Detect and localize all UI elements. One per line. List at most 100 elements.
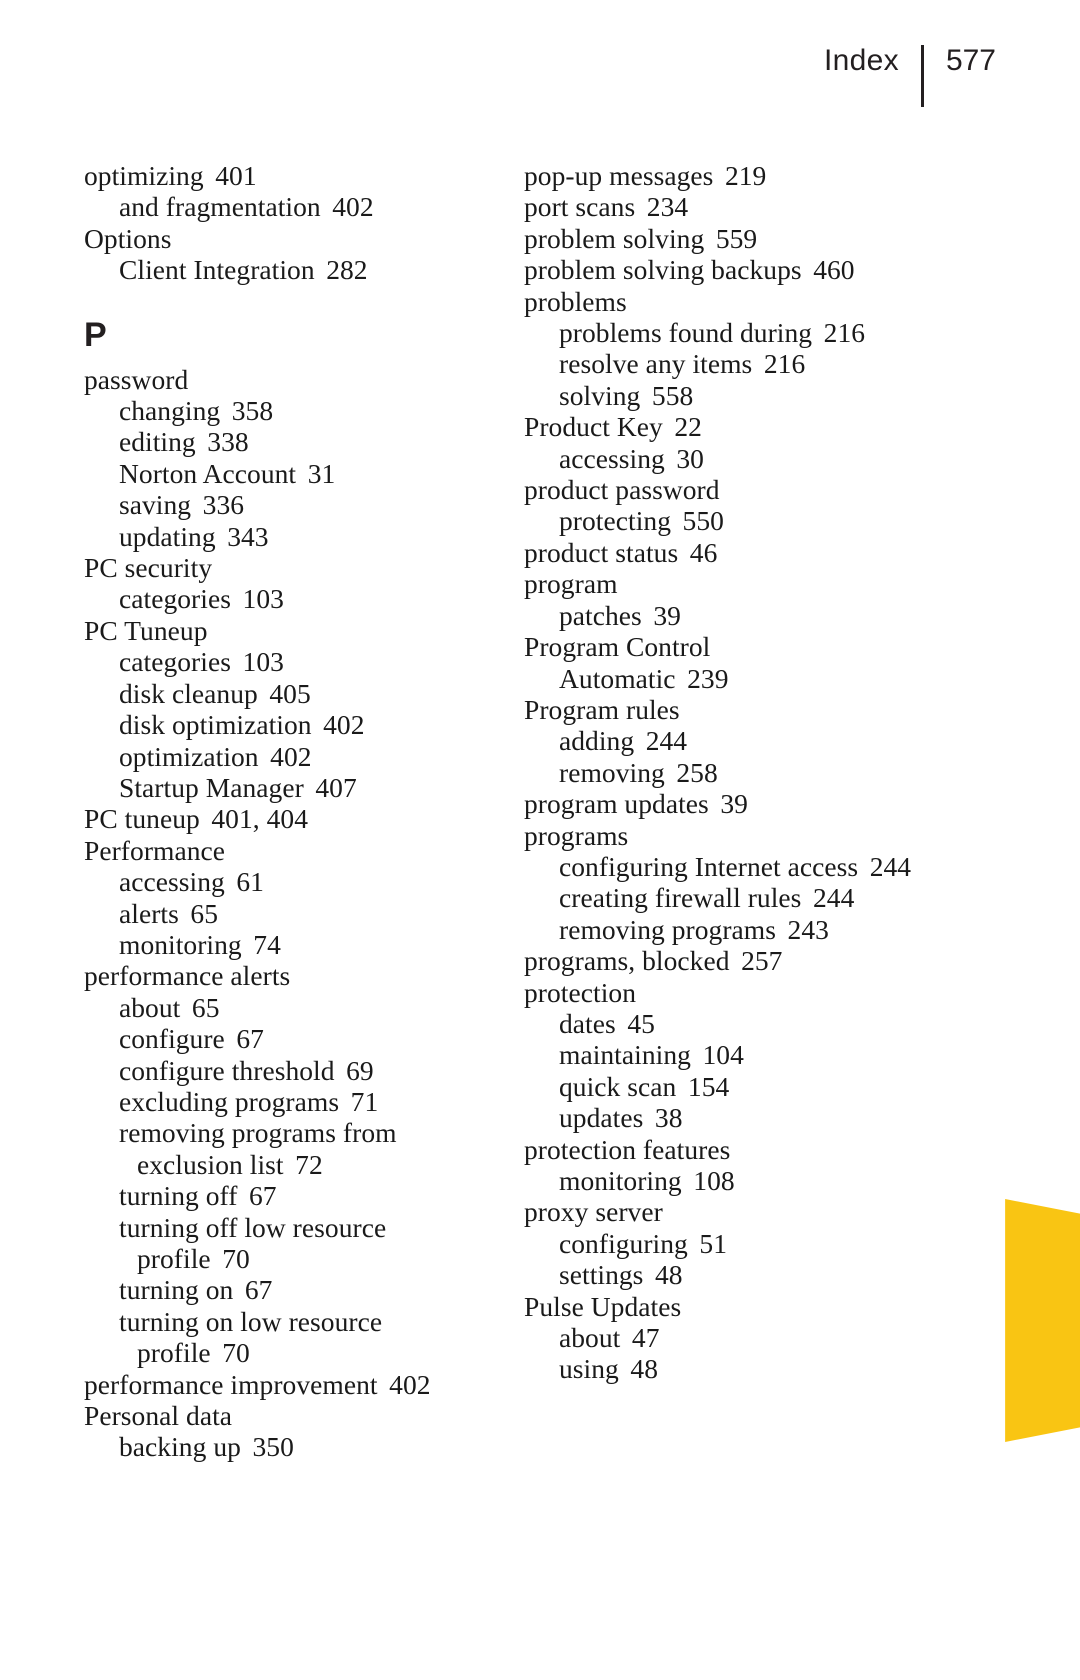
index-entry-text: protecting xyxy=(559,505,671,537)
index-entry-text: PC tuneup xyxy=(84,803,200,835)
index-entry-text: PC security xyxy=(84,552,213,584)
index-subentry: disk cleanup 405 xyxy=(84,678,524,709)
index-entry-text: configuring Internet access xyxy=(559,850,859,882)
index-entry: Performance xyxy=(84,835,524,866)
index-entry-locator: 402 xyxy=(389,1368,431,1400)
index-subentry: updating 343 xyxy=(84,521,524,552)
index-entry-text: categories xyxy=(119,583,231,615)
index-entry-text: disk cleanup xyxy=(119,677,258,709)
index-entry: programs xyxy=(524,820,964,851)
index-entry-text: performance alerts xyxy=(84,960,291,992)
index-entry-text: problem solving xyxy=(524,222,705,254)
index-entry-locator: 71 xyxy=(350,1085,379,1117)
index-subentry: using 48 xyxy=(524,1353,964,1384)
index-subentry: turning on low resource xyxy=(84,1306,524,1337)
index-subentry: backing up 350 xyxy=(84,1431,524,1462)
index-entry-text: password xyxy=(84,363,189,395)
index-entry: protection features xyxy=(524,1134,964,1165)
index-subentry: dates 45 xyxy=(524,1008,964,1039)
index-subentry: accessing 61 xyxy=(84,866,524,897)
index-subentry: Startup Manager 407 xyxy=(84,772,524,803)
index-subentry: categories 103 xyxy=(84,583,524,614)
index-entry-locator: 51 xyxy=(699,1227,728,1259)
index-subentry: turning on 67 xyxy=(84,1274,524,1305)
index-entry-locator: 67 xyxy=(248,1180,277,1212)
index-entry-locator: 103 xyxy=(242,646,284,678)
index-entry-text: Program Control xyxy=(524,631,711,663)
index-entry-locator: 407 xyxy=(315,771,357,803)
index-entry-text: maintaining xyxy=(559,1039,691,1071)
index-entry-text: Performance xyxy=(84,834,226,866)
index-entry-text: programs xyxy=(524,819,629,851)
index-entry: Product Key 22 xyxy=(524,411,964,442)
index-entry-text: editing xyxy=(119,426,196,458)
index-entry-text: accessing xyxy=(119,866,225,898)
index-entry-locator: 550 xyxy=(682,505,724,537)
index-entry-locator: 358 xyxy=(231,395,274,427)
index-entry-locator: 74 xyxy=(253,928,281,960)
index-entry-locator: 30 xyxy=(676,442,704,474)
index-subentry: profile 70 xyxy=(84,1243,524,1274)
index-entry-text: program updates xyxy=(524,788,709,820)
index-entry: problem solving backups 460 xyxy=(524,254,964,285)
index-subentry: updates 38 xyxy=(524,1102,964,1133)
running-head: Index 577 xyxy=(824,44,996,114)
index-entry-locator: 558 xyxy=(651,379,694,411)
index-entry-text: adding xyxy=(559,725,635,757)
index-entry-text: resolve any items xyxy=(559,348,753,380)
index-entry: Personal data xyxy=(84,1400,524,1431)
index-entry: PC security xyxy=(84,552,524,583)
index-entry-locator: 257 xyxy=(741,945,783,977)
index-entry: performance alerts xyxy=(84,960,524,991)
index-subentry: protecting 550 xyxy=(524,505,964,536)
index-subentry: configure threshold 69 xyxy=(84,1055,524,1086)
index-entry-locator: 39 xyxy=(653,599,681,631)
index-entry-text: about xyxy=(559,1322,621,1354)
index-entry-locator: 343 xyxy=(227,520,269,552)
index-entry-text: excluding programs xyxy=(119,1085,340,1117)
index-subentry: patches 39 xyxy=(524,600,964,631)
index-entry-text: accessing xyxy=(559,442,665,474)
index-subentry: configuring Internet access 244 xyxy=(524,851,964,882)
index-entry-locator: 402 xyxy=(270,740,312,772)
index-entry-locator: 38 xyxy=(654,1102,683,1134)
index-subentry: configuring 51 xyxy=(524,1228,964,1259)
index-entry-locator: 65 xyxy=(190,897,219,929)
index-entry: Pulse Updates xyxy=(524,1291,964,1322)
index-entry-text: updating xyxy=(119,520,216,552)
index-entry-text: turning on low resource xyxy=(119,1305,383,1337)
index-subentry: configure 67 xyxy=(84,1023,524,1054)
index-entry-locator: 350 xyxy=(252,1431,294,1463)
left-column: optimizing 401 and fragmentation 402 Options… xyxy=(84,160,524,1463)
index-subentry: Norton Account 31 xyxy=(84,458,524,489)
index-subentry: problems found during 216 xyxy=(524,317,964,348)
index-entry-locator: 244 xyxy=(812,882,855,914)
index-entry: product status 46 xyxy=(524,537,964,568)
index-entry-locator: 22 xyxy=(674,411,702,443)
index-entry-text: product status xyxy=(524,536,679,568)
index-subentry: editing 338 xyxy=(84,426,524,457)
index-entry-text: alerts xyxy=(119,897,179,929)
index-entry-text: Personal data xyxy=(84,1400,233,1432)
index-entry-text: turning off xyxy=(119,1180,238,1212)
index-subentry: accessing 30 xyxy=(524,443,964,474)
index-entry-text: problems xyxy=(524,285,627,317)
index-entry-text: Product Key xyxy=(524,411,663,443)
index-subentry: turning off 67 xyxy=(84,1180,524,1211)
index-subentry: adding 244 xyxy=(524,725,964,756)
index-entry-locator: 559 xyxy=(715,222,758,254)
index-entry-locator: 401 xyxy=(215,160,257,191)
index-entry-text: protection features xyxy=(524,1133,731,1165)
thumb-tab-marker xyxy=(1005,1199,1080,1442)
index-entry-text: monitoring xyxy=(119,928,242,960)
index-subentry: optimization 402 xyxy=(84,741,524,772)
index-entry-text: removing xyxy=(559,756,665,788)
index-entry-text: pop-up messages xyxy=(524,160,714,191)
index-entry: performance improvement 402 xyxy=(84,1369,524,1400)
index-subentry: about 47 xyxy=(524,1322,964,1353)
index-entry-locator: 243 xyxy=(787,913,829,945)
index-subentry: profile 70 xyxy=(84,1337,524,1368)
index-entry: Program rules xyxy=(524,694,964,725)
index-entry-text: about xyxy=(119,991,181,1023)
index-entry-text: and fragmentation xyxy=(119,191,321,223)
